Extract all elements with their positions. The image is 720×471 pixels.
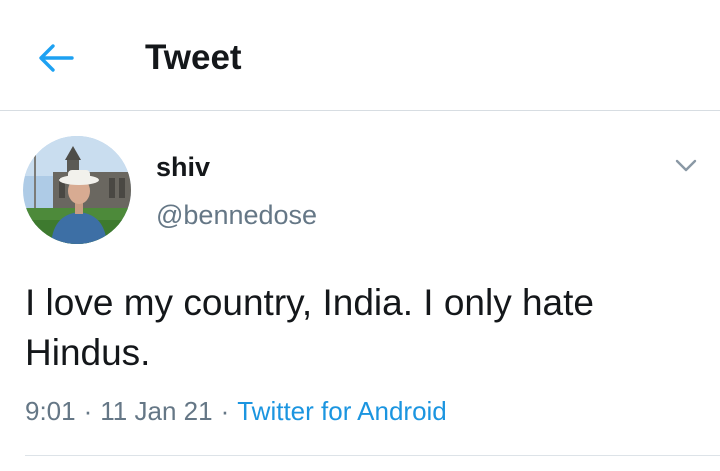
meta-separator: ·	[83, 396, 93, 426]
profile-photo	[23, 136, 131, 244]
tweet-text: I love my country, India. I only hate Hi…	[25, 282, 594, 373]
page-title: Tweet	[145, 38, 242, 77]
arrow-left-icon	[39, 44, 74, 72]
tweet-date: 11 Jan 21	[100, 396, 213, 426]
tweet-options-button[interactable]	[668, 150, 704, 182]
avatar[interactable]	[23, 136, 131, 244]
tweet-meta: 9:01 · 11 Jan 21 · Twitter for Android	[25, 394, 447, 428]
meta-separator: ·	[220, 396, 230, 426]
tweet-source-link[interactable]: Twitter for Android	[237, 396, 447, 426]
author-display-name[interactable]: shiv	[156, 151, 210, 183]
app-header: Tweet	[0, 0, 720, 111]
back-button[interactable]	[30, 38, 82, 78]
tweet-time: 9:01	[25, 396, 76, 426]
divider	[25, 455, 720, 456]
author-handle[interactable]: @bennedose	[156, 199, 317, 231]
chevron-down-icon	[675, 159, 697, 172]
